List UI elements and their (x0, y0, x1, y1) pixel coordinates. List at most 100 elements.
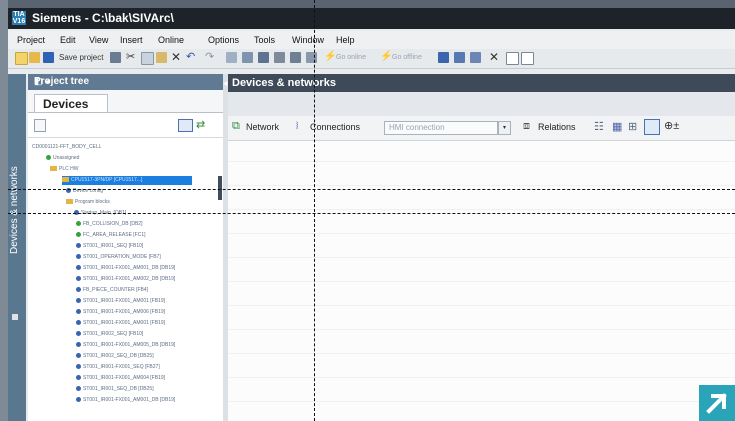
folder-icon (50, 166, 57, 172)
tab-devices[interactable]: Devices (34, 94, 108, 112)
zoom-icon[interactable]: ⊕± (664, 119, 679, 132)
cut-icon[interactable]: ✂ (126, 50, 135, 63)
tree-item-block[interactable]: ST001_IR001-FX001_AM001 [FB19] (76, 297, 165, 306)
tree-item-block[interactable]: ST001_IR001-FX001_AM002_DB [DB19] (76, 275, 175, 284)
save-project-icon[interactable] (43, 52, 54, 65)
left-edge-strip (0, 0, 8, 421)
grid-line (228, 161, 735, 162)
connections-button[interactable]: Connections (310, 122, 360, 132)
delete-icon[interactable]: ✕ (171, 50, 181, 64)
tree-item-label: ST001_IR001-FX001_SEQ [FB27] (83, 364, 160, 370)
open-project-icon[interactable] (29, 52, 40, 65)
collapse-arrow-icon[interactable]: ◂ (223, 78, 228, 89)
block-icon (76, 243, 81, 249)
tree-item-block[interactable]: ST001_IR001-FX001_AM006 [FB19] (76, 308, 165, 317)
go-offline-icon[interactable]: ⚡ (380, 51, 392, 64)
grid-line (228, 329, 735, 330)
tree-item-unassigned[interactable]: Unassigned (46, 154, 79, 163)
menu-view[interactable]: View (89, 35, 108, 45)
monitor-icon[interactable] (290, 52, 301, 65)
menu-project[interactable]: Project (17, 35, 45, 45)
tree-item-block[interactable]: ST001_IR001_SEQ_DB [DB25] (76, 385, 154, 394)
tree-item-block[interactable]: FC_AREA_RELEASE [FC1] (76, 231, 146, 240)
split-vertical-icon[interactable] (521, 52, 534, 65)
expand-arrow-icon[interactable] (699, 385, 735, 421)
block-icon (76, 375, 81, 381)
menu-edit[interactable]: Edit (60, 35, 76, 45)
new-project-icon[interactable] (15, 52, 28, 65)
sync-icon[interactable]: ⇄ (196, 118, 210, 131)
tree-view-icon[interactable] (178, 119, 193, 132)
crop-guide-horizontal (8, 213, 735, 214)
table-icon[interactable]: ☷ (594, 120, 604, 133)
grid-icon[interactable]: ⊞ (628, 120, 637, 133)
redo-icon[interactable]: ↷ (205, 50, 214, 63)
split-horizontal-icon[interactable] (506, 52, 519, 65)
menu-insert[interactable]: Insert (120, 35, 143, 45)
menu-window[interactable]: Window (292, 35, 324, 45)
window-title: Siemens - C:\bak\SIVArc\ (32, 11, 174, 25)
close-x-icon[interactable]: ✕ (489, 50, 499, 64)
menu-tools[interactable]: Tools (254, 35, 275, 45)
copy-icon[interactable] (141, 52, 154, 65)
tree-item-plc-hw[interactable]: PLC HW (50, 165, 78, 174)
stop-icon[interactable] (306, 52, 317, 65)
tree-item-block[interactable]: ST001_IR001-FX001_AM005_DB [DB19] (76, 341, 175, 350)
tree-item-block[interactable]: ST001_OPERATION_MODE [FB7] (76, 253, 161, 262)
tree-item-label: PLC HW (59, 166, 79, 172)
tree-item-block[interactable]: ST001_IR002_SEQ_DB [DB25] (76, 352, 154, 361)
tree-item-block[interactable]: ST001_IR002_SEQ [FB10] (76, 330, 143, 339)
compile-icon[interactable] (226, 52, 237, 65)
menu-online[interactable]: Online (158, 35, 184, 45)
new-item-icon[interactable] (34, 119, 46, 132)
tree-item-block[interactable]: ST001_IR001-FX001_AM001_DB [DB19] (76, 396, 175, 405)
paste-icon[interactable] (156, 52, 167, 65)
simulation-icon[interactable] (274, 52, 285, 65)
print-icon[interactable] (110, 52, 121, 65)
accessible-devices-icon[interactable] (438, 52, 449, 65)
block-icon (76, 265, 81, 271)
collapse-tree-icon[interactable]: ◧ ◂ (34, 76, 217, 87)
network-canvas[interactable] (228, 141, 735, 421)
tree-item-label: ST001_IR001-FX001_AM002_DB [DB19] (83, 276, 176, 282)
tree-item-block[interactable]: ST001_IR001-FX001_AM001_DB [DB19] (76, 264, 175, 273)
tree-scroll-handle[interactable] (218, 176, 222, 200)
go-online-icon[interactable]: ⚡ (324, 51, 336, 64)
address-icon[interactable]: ▦ (612, 120, 622, 133)
devices-networks-tabstrip (228, 92, 735, 117)
save-project-button[interactable]: Save project (59, 53, 103, 66)
tree-item-block[interactable]: FB_COLLISION_DB [DB2] (76, 220, 142, 229)
tree-toolbar: ⇄ (28, 113, 223, 138)
tree-item-cpu[interactable]: CPU1517-3PN/DP [CPU1517...] (62, 176, 192, 185)
tree-item-label: FC_AREA_RELEASE [FC1] (83, 232, 146, 238)
go-offline-button[interactable]: Go offline (392, 54, 422, 67)
tia-portal-window: TIA V16 Siemens - C:\bak\SIVArc\ Project… (8, 0, 735, 421)
relations-icon: ⧈ (523, 120, 530, 132)
tree-item-block[interactable]: ST001_IR001-FX001_AM001 [FB19] (76, 319, 165, 328)
undo-icon[interactable]: ↶ (186, 50, 195, 63)
go-online-button[interactable]: Go online (336, 54, 366, 67)
download-icon[interactable] (242, 52, 253, 65)
overview-icon[interactable] (644, 119, 660, 135)
tree-item-label: ST001_IR001-FX001_AM006 [FB19] (83, 309, 165, 315)
tree-item-label: ST001_IR002_SEQ [FB10] (83, 331, 144, 337)
relations-button[interactable]: Relations (538, 122, 576, 132)
tree-item-block[interactable]: ST001_IR001_SEQ [FB10] (76, 242, 143, 251)
hmi-connection-select[interactable]: HMI connection ▾ (384, 121, 511, 135)
cross-reference-icon[interactable] (454, 52, 465, 65)
network-button[interactable]: Network (246, 122, 279, 132)
menu-help[interactable]: Help (336, 35, 355, 45)
tree-item-program-blocks[interactable]: Program blocks (66, 198, 110, 207)
tree-item-block[interactable]: FB_PIECE_COUNTER [FB4] (76, 286, 148, 295)
tree-item-block[interactable]: ST001_IR001-FX001_AM004 [FB19] (76, 374, 165, 383)
devices-networks-side-tab[interactable]: Devices & networks (8, 74, 26, 421)
upload-icon[interactable] (258, 52, 269, 65)
block-icon (76, 232, 81, 238)
block-icon (76, 298, 81, 304)
tree-item-project[interactable]: CD0001121-FFT_BODY_CELL (32, 143, 101, 152)
block-icon (76, 254, 81, 260)
chevron-down-icon[interactable]: ▾ (498, 121, 511, 135)
tree-item-block[interactable]: ST001_IR001-FX001_SEQ [FB27] (76, 363, 160, 372)
menu-options[interactable]: Options (208, 35, 239, 45)
diagnostics-icon[interactable] (470, 52, 481, 65)
